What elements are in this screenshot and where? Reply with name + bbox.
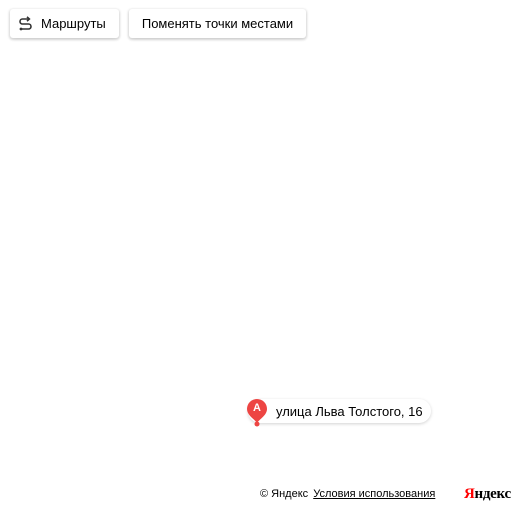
- route-icon: [17, 15, 34, 32]
- logo-first-letter: Я: [464, 486, 475, 502]
- pin-letter: A: [253, 402, 261, 414]
- copyright-text: © Яндекс: [260, 488, 309, 500]
- yandex-logo[interactable]: Яндекс: [464, 486, 511, 503]
- map-canvas[interactable]: Маршруты Поменять точки местами улица Ль…: [0, 0, 512, 512]
- address-label: улица Льва Толстого, 16: [248, 399, 431, 423]
- address-text: улица Льва Толстого, 16: [276, 404, 423, 419]
- copyright: © Яндекс Условия использования: [260, 488, 435, 500]
- logo-rest: ндекс: [474, 486, 512, 502]
- terms-link[interactable]: Условия использования: [313, 488, 435, 500]
- swap-points-button-label: Поменять точки местами: [141, 16, 294, 31]
- routes-button-label: Маршруты: [41, 16, 106, 31]
- routes-button[interactable]: Маршруты: [10, 9, 119, 38]
- swap-points-button[interactable]: Поменять точки местами: [129, 9, 306, 38]
